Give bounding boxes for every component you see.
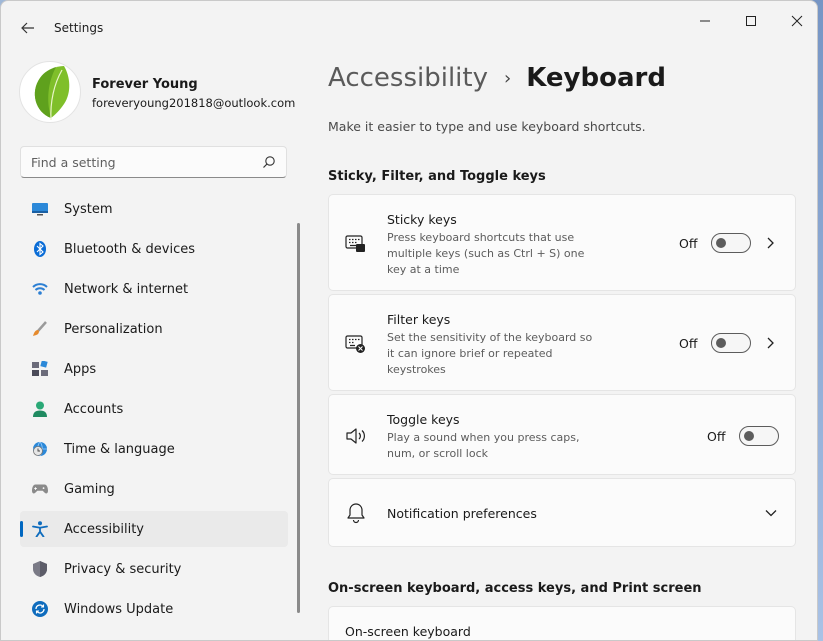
sticky-keys-state: Off — [679, 236, 698, 251]
breadcrumb-parent[interactable]: Accessibility — [328, 63, 488, 93]
sidebar-item-label: Accessibility — [64, 521, 144, 537]
toggle-keys-title: Toggle keys — [387, 412, 460, 427]
sidebar-item-gaming[interactable]: Gaming — [20, 471, 288, 507]
filter-keys-title: Filter keys — [387, 312, 451, 327]
close-button[interactable] — [774, 7, 817, 35]
search-input[interactable] — [21, 147, 251, 177]
breadcrumb: Accessibility › Keyboard — [328, 63, 666, 93]
sidebar-item-label: Apps — [64, 361, 97, 377]
keyboard-filter-icon — [345, 335, 365, 353]
sidebar-item-label: Network & internet — [64, 281, 189, 297]
toggle-keys-toggle[interactable] — [739, 426, 779, 446]
sidebar-item-label: Windows Update — [64, 601, 174, 617]
speaker-icon — [346, 428, 365, 444]
gamepad-icon — [32, 481, 48, 497]
filter-keys-card[interactable]: Filter keys Set the sensitivity of the k… — [328, 294, 796, 391]
sticky-keys-title: Sticky keys — [387, 212, 457, 227]
sidebar-nav: System Bluetooth & devices Network & int… — [20, 191, 288, 631]
minimize-button[interactable] — [682, 7, 728, 35]
page-title: Keyboard — [526, 63, 666, 93]
toggle-keys-card[interactable]: Toggle keys Play a sound when you press … — [328, 394, 796, 475]
chevron-right-icon[interactable] — [764, 236, 778, 250]
chevron-down-icon[interactable] — [764, 506, 778, 520]
settings-window: Settings Forever Young foreveryoung20181… — [0, 0, 818, 641]
toggle-keys-description: Play a sound when you press caps, num, o… — [387, 431, 580, 460]
on-screen-keyboard-title: On-screen keyboard — [345, 624, 471, 639]
user-email: foreveryoung201818@outlook.com — [92, 96, 296, 110]
sidebar-item-windows-update[interactable]: Windows Update — [20, 591, 288, 627]
filter-keys-description: Set the sensitivity of the keyboard so i… — [387, 331, 593, 376]
sidebar-item-personalization[interactable]: Personalization — [20, 311, 288, 347]
accessibility-icon — [32, 521, 48, 537]
section-title-sticky-filter-toggle: Sticky, Filter, and Toggle keys — [328, 169, 546, 184]
sticky-keys-description: Press keyboard shortcuts that use multip… — [387, 231, 585, 276]
sidebar-item-accounts[interactable]: Accounts — [20, 391, 288, 427]
sidebar-item-label: Accounts — [64, 401, 124, 417]
notification-preferences-card[interactable]: Notification preferences — [328, 478, 796, 547]
globe-clock-icon — [32, 441, 48, 457]
shield-icon — [32, 561, 48, 577]
toggle-keys-state: Off — [707, 429, 726, 444]
sidebar-item-network[interactable]: Network & internet — [20, 271, 288, 307]
notification-preferences-title: Notification preferences — [387, 506, 537, 521]
sidebar-item-privacy-security[interactable]: Privacy & security — [20, 551, 288, 587]
sidebar-item-system[interactable]: System — [20, 191, 288, 227]
user-name: Forever Young — [92, 77, 198, 92]
person-icon — [32, 401, 48, 417]
wifi-icon — [32, 281, 48, 297]
close-icon — [791, 15, 803, 27]
sidebar-item-bluetooth[interactable]: Bluetooth & devices — [20, 231, 288, 267]
leaf-avatar-icon — [34, 66, 70, 121]
search-box[interactable] — [20, 146, 287, 178]
sidebar-item-apps[interactable]: Apps — [20, 351, 288, 387]
sidebar-item-accessibility[interactable]: Accessibility — [20, 511, 288, 547]
filter-keys-toggle[interactable] — [711, 333, 751, 353]
app-title: Settings — [54, 21, 104, 35]
brush-icon — [32, 321, 48, 337]
bell-icon — [347, 503, 365, 524]
sidebar-item-label: Time & language — [64, 441, 175, 457]
sidebar-item-label: Gaming — [64, 481, 115, 497]
back-button[interactable] — [15, 15, 41, 41]
page-description: Make it easier to type and use keyboard … — [328, 119, 646, 134]
sidebar-item-label: Bluetooth & devices — [64, 241, 195, 257]
monitor-icon — [32, 201, 48, 217]
section-title-on-screen-keyboard: On-screen keyboard, access keys, and Pri… — [328, 581, 702, 596]
apps-icon — [32, 361, 48, 377]
sticky-keys-toggle[interactable] — [711, 233, 751, 253]
bluetooth-icon — [32, 241, 48, 257]
sticky-keys-card[interactable]: Sticky keys Press keyboard shortcuts tha… — [328, 194, 796, 291]
keyboard-sticky-icon — [345, 235, 365, 252]
avatar — [19, 61, 81, 123]
sidebar-item-label: Privacy & security — [64, 561, 182, 577]
sidebar-item-label: Personalization — [64, 321, 163, 337]
maximize-button[interactable] — [728, 7, 774, 35]
filter-keys-state: Off — [679, 336, 698, 351]
sidebar-item-time-language[interactable]: Time & language — [20, 431, 288, 467]
update-icon — [32, 601, 48, 617]
sidebar-scrollbar[interactable] — [297, 223, 300, 613]
maximize-icon — [746, 16, 756, 26]
search-icon[interactable] — [262, 155, 276, 169]
minimize-icon — [700, 20, 710, 22]
on-screen-keyboard-card[interactable]: On-screen keyboard — [328, 606, 796, 640]
breadcrumb-separator: › — [504, 67, 512, 89]
chevron-right-icon[interactable] — [764, 336, 778, 350]
title-bar: Settings — [1, 1, 817, 41]
sidebar-item-label: System — [64, 201, 113, 217]
back-arrow-icon — [21, 22, 34, 34]
